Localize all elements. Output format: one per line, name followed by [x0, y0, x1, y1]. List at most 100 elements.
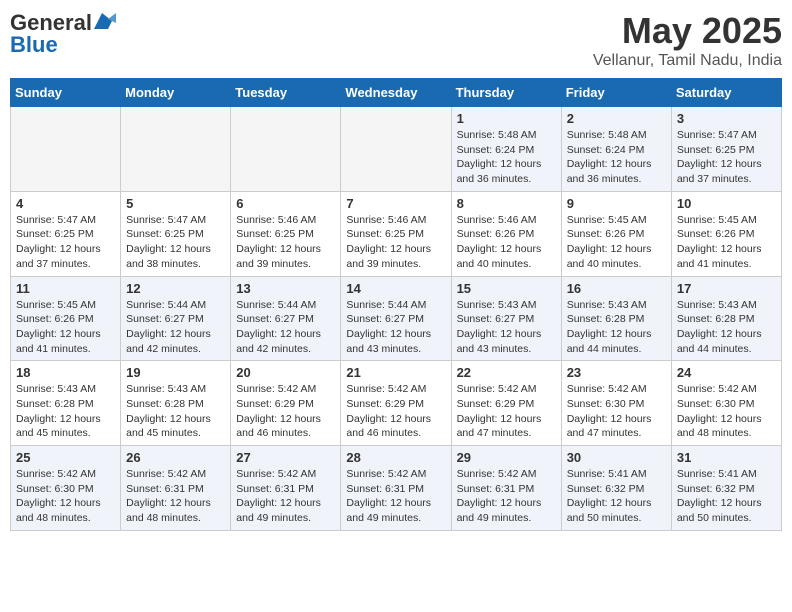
day-number: 25 [16, 450, 115, 465]
day-info: Sunrise: 5:43 AM Sunset: 6:28 PM Dayligh… [16, 382, 115, 441]
day-number: 10 [677, 196, 776, 211]
calendar-week-row: 4 Sunrise: 5:47 AM Sunset: 6:25 PM Daylig… [11, 191, 782, 276]
weekday-header-monday: Monday [121, 79, 231, 107]
weekday-header-saturday: Saturday [671, 79, 781, 107]
day-number: 8 [457, 196, 556, 211]
day-info: Sunrise: 5:44 AM Sunset: 6:27 PM Dayligh… [126, 298, 225, 357]
day-info: Sunrise: 5:46 AM Sunset: 6:25 PM Dayligh… [236, 213, 335, 272]
calendar-cell: 30Sunrise: 5:41 AM Sunset: 6:32 PM Dayli… [561, 446, 671, 531]
day-number: 29 [457, 450, 556, 465]
location-title: Vellanur, Tamil Nadu, India [593, 52, 782, 70]
calendar-cell: 13Sunrise: 5:44 AM Sunset: 6:27 PM Dayli… [231, 276, 341, 361]
day-number: 9 [567, 196, 666, 211]
day-number: 24 [677, 365, 776, 380]
day-number: 3 [677, 111, 776, 126]
day-number: 17 [677, 281, 776, 296]
logo: General Blue [10, 10, 116, 58]
day-number: 5 [126, 196, 225, 211]
day-info: Sunrise: 5:42 AM Sunset: 6:29 PM Dayligh… [236, 382, 335, 441]
day-info: Sunrise: 5:43 AM Sunset: 6:28 PM Dayligh… [126, 382, 225, 441]
day-number: 14 [346, 281, 445, 296]
page-header: General Blue May 2025 Vellanur, Tamil Na… [10, 10, 782, 70]
weekday-header-wednesday: Wednesday [341, 79, 451, 107]
day-number: 4 [16, 196, 115, 211]
day-number: 16 [567, 281, 666, 296]
calendar-cell: 9Sunrise: 5:45 AM Sunset: 6:26 PM Daylig… [561, 191, 671, 276]
weekday-header-friday: Friday [561, 79, 671, 107]
day-number: 21 [346, 365, 445, 380]
calendar-cell: 7 Sunrise: 5:46 AM Sunset: 6:25 PM Daylig… [341, 191, 451, 276]
calendar-cell: 18 Sunrise: 5:43 AM Sunset: 6:28 PM Dayli… [11, 361, 121, 446]
calendar-cell: 19 Sunrise: 5:43 AM Sunset: 6:28 PM Dayli… [121, 361, 231, 446]
day-info: Sunrise: 5:41 AM Sunset: 6:32 PM Dayligh… [677, 467, 776, 526]
logo-bird-icon [94, 13, 116, 29]
day-number: 27 [236, 450, 335, 465]
calendar-header-row: SundayMondayTuesdayWednesdayThursdayFrid… [11, 79, 782, 107]
calendar-cell: 16 Sunrise: 5:43 AM Sunset: 6:28 PM Dayli… [561, 276, 671, 361]
day-number: 31 [677, 450, 776, 465]
calendar-cell: 29 Sunrise: 5:42 AM Sunset: 6:31 PM Dayli… [451, 446, 561, 531]
calendar-cell: 27 Sunrise: 5:42 AM Sunset: 6:31 PM Dayli… [231, 446, 341, 531]
calendar-cell: 6 Sunrise: 5:46 AM Sunset: 6:25 PM Daylig… [231, 191, 341, 276]
day-info: Sunrise: 5:42 AM Sunset: 6:31 PM Dayligh… [346, 467, 445, 526]
month-title: May 2025 [593, 10, 782, 52]
day-info: Sunrise: 5:42 AM Sunset: 6:31 PM Dayligh… [457, 467, 556, 526]
day-info: Sunrise: 5:44 AM Sunset: 6:27 PM Dayligh… [236, 298, 335, 357]
day-number: 19 [126, 365, 225, 380]
day-number: 28 [346, 450, 445, 465]
day-info: Sunrise: 5:42 AM Sunset: 6:30 PM Dayligh… [567, 382, 666, 441]
calendar-cell: 28 Sunrise: 5:42 AM Sunset: 6:31 PM Dayli… [341, 446, 451, 531]
day-number: 7 [346, 196, 445, 211]
day-info: Sunrise: 5:43 AM Sunset: 6:27 PM Dayligh… [457, 298, 556, 357]
day-number: 18 [16, 365, 115, 380]
day-number: 1 [457, 111, 556, 126]
day-info: Sunrise: 5:42 AM Sunset: 6:31 PM Dayligh… [236, 467, 335, 526]
day-number: 26 [126, 450, 225, 465]
day-info: Sunrise: 5:46 AM Sunset: 6:25 PM Dayligh… [346, 213, 445, 272]
calendar-cell: 21 Sunrise: 5:42 AM Sunset: 6:29 PM Dayli… [341, 361, 451, 446]
calendar-cell: 2Sunrise: 5:48 AM Sunset: 6:24 PM Daylig… [561, 107, 671, 192]
calendar-cell: 11 Sunrise: 5:45 AM Sunset: 6:26 PM Dayli… [11, 276, 121, 361]
day-number: 22 [457, 365, 556, 380]
calendar-cell [231, 107, 341, 192]
calendar-cell: 8 Sunrise: 5:46 AM Sunset: 6:26 PM Daylig… [451, 191, 561, 276]
calendar-cell: 31 Sunrise: 5:41 AM Sunset: 6:32 PM Dayli… [671, 446, 781, 531]
calendar-cell: 1 Sunrise: 5:48 AM Sunset: 6:24 PM Daylig… [451, 107, 561, 192]
day-info: Sunrise: 5:46 AM Sunset: 6:26 PM Dayligh… [457, 213, 556, 272]
day-info: Sunrise: 5:45 AM Sunset: 6:26 PM Dayligh… [16, 298, 115, 357]
calendar-cell: 25Sunrise: 5:42 AM Sunset: 6:30 PM Dayli… [11, 446, 121, 531]
day-info: Sunrise: 5:45 AM Sunset: 6:26 PM Dayligh… [677, 213, 776, 272]
title-section: May 2025 Vellanur, Tamil Nadu, India [593, 10, 782, 70]
calendar-cell: 5 Sunrise: 5:47 AM Sunset: 6:25 PM Daylig… [121, 191, 231, 276]
calendar-cell: 15 Sunrise: 5:43 AM Sunset: 6:27 PM Dayli… [451, 276, 561, 361]
day-info: Sunrise: 5:43 AM Sunset: 6:28 PM Dayligh… [677, 298, 776, 357]
weekday-header-sunday: Sunday [11, 79, 121, 107]
calendar-cell: 10 Sunrise: 5:45 AM Sunset: 6:26 PM Dayli… [671, 191, 781, 276]
day-info: Sunrise: 5:47 AM Sunset: 6:25 PM Dayligh… [16, 213, 115, 272]
day-number: 12 [126, 281, 225, 296]
day-info: Sunrise: 5:42 AM Sunset: 6:29 PM Dayligh… [346, 382, 445, 441]
calendar-cell: 14Sunrise: 5:44 AM Sunset: 6:27 PM Dayli… [341, 276, 451, 361]
day-number: 6 [236, 196, 335, 211]
day-info: Sunrise: 5:43 AM Sunset: 6:28 PM Dayligh… [567, 298, 666, 357]
day-number: 11 [16, 281, 115, 296]
calendar-cell: 23Sunrise: 5:42 AM Sunset: 6:30 PM Dayli… [561, 361, 671, 446]
calendar-cell [11, 107, 121, 192]
calendar-week-row: 11 Sunrise: 5:45 AM Sunset: 6:26 PM Dayli… [11, 276, 782, 361]
day-info: Sunrise: 5:42 AM Sunset: 6:30 PM Dayligh… [677, 382, 776, 441]
calendar-cell: 4 Sunrise: 5:47 AM Sunset: 6:25 PM Daylig… [11, 191, 121, 276]
calendar-cell [341, 107, 451, 192]
weekday-header-thursday: Thursday [451, 79, 561, 107]
day-info: Sunrise: 5:47 AM Sunset: 6:25 PM Dayligh… [677, 128, 776, 187]
day-info: Sunrise: 5:48 AM Sunset: 6:24 PM Dayligh… [457, 128, 556, 187]
calendar-cell [121, 107, 231, 192]
calendar-cell: 12 Sunrise: 5:44 AM Sunset: 6:27 PM Dayli… [121, 276, 231, 361]
day-number: 15 [457, 281, 556, 296]
day-number: 30 [567, 450, 666, 465]
calendar-week-row: 18 Sunrise: 5:43 AM Sunset: 6:28 PM Dayli… [11, 361, 782, 446]
calendar-week-row: 25Sunrise: 5:42 AM Sunset: 6:30 PM Dayli… [11, 446, 782, 531]
calendar-cell: 3 Sunrise: 5:47 AM Sunset: 6:25 PM Daylig… [671, 107, 781, 192]
day-info: Sunrise: 5:47 AM Sunset: 6:25 PM Dayligh… [126, 213, 225, 272]
weekday-header-tuesday: Tuesday [231, 79, 341, 107]
day-info: Sunrise: 5:48 AM Sunset: 6:24 PM Dayligh… [567, 128, 666, 187]
